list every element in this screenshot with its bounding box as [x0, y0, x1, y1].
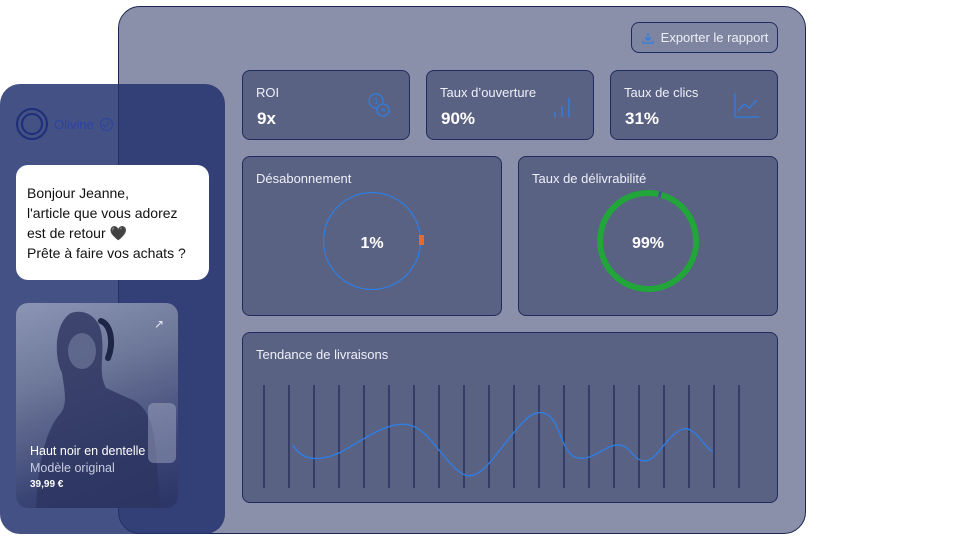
message-line: Prête à faire vos achats ? — [27, 245, 186, 261]
brand-name: Olivine — [54, 116, 94, 132]
deliverability-value: 99% — [631, 235, 665, 252]
open-rate-label: Taux d’ouverture — [440, 85, 537, 100]
roi-card: ROI 9x 1 — [242, 70, 410, 140]
brand-avatar — [16, 108, 48, 140]
product-card[interactable]: ↗ Haut noir en dentelle Modèle original … — [16, 303, 178, 508]
unsubscribe-label: Désabonnement — [256, 171, 352, 186]
message-line: Bonjour Jeanne, — [27, 185, 129, 201]
delivery-trend-card: Tendance de livraisons — [242, 332, 778, 503]
bar-chart-icon — [554, 98, 570, 117]
deliverability-label: Taux de délivrabilité — [532, 171, 647, 186]
trend-wave — [292, 411, 714, 477]
export-report-button[interactable]: Exporter le rapport — [631, 22, 778, 53]
phone-preview: Olivine Bonjour Jeanne, l'article que vo… — [0, 84, 225, 534]
message-line: est de retour 🖤 — [27, 225, 127, 241]
export-report-label: Exporter le rapport — [660, 30, 769, 45]
click-rate-label: Taux de clics — [624, 85, 699, 100]
svg-text:1: 1 — [374, 97, 379, 106]
open-rate-value: 90% — [441, 109, 476, 128]
product-photo — [36, 311, 176, 508]
delivery-trend-chart — [263, 385, 740, 488]
product-name: Haut noir en dentelle — [30, 444, 146, 458]
product-subtitle: Modèle original — [30, 461, 115, 475]
coins-icon: 1 — [368, 93, 390, 117]
brand-header: Olivine — [16, 108, 113, 140]
message-bubble: Bonjour Jeanne, l'article que vous adore… — [16, 165, 209, 280]
click-rate-value: 31% — [625, 109, 660, 128]
unsubscribe-value: 1% — [360, 235, 384, 252]
deliverability-card: Taux de délivrabilité 99% — [518, 156, 778, 316]
open-rate-card: Taux d’ouverture 90% — [426, 70, 594, 140]
roi-label: ROI — [256, 85, 280, 100]
line-chart-icon — [734, 93, 759, 118]
roi-value: 9x — [257, 109, 276, 128]
download-icon — [642, 32, 654, 44]
verified-check-icon — [99, 117, 113, 131]
open-link-icon[interactable]: ↗ — [154, 317, 164, 331]
product-price: 39,99 € — [30, 479, 64, 490]
click-rate-card: Taux de clics 31% — [610, 70, 778, 140]
unsubscribe-card: Désabonnement 1% — [242, 156, 502, 316]
message-line: l'article que vous adorez — [27, 205, 178, 221]
trend-gridlines — [263, 385, 740, 488]
